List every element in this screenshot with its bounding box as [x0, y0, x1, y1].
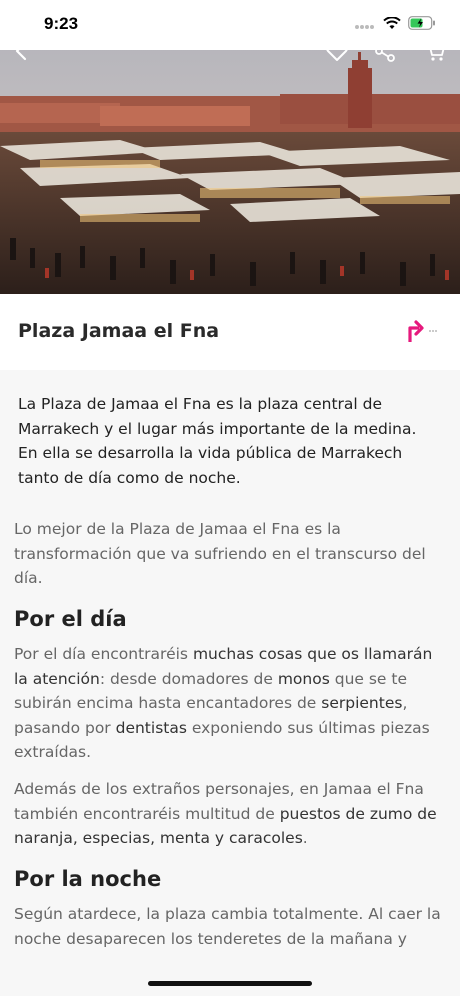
hero-image — [0, 48, 460, 294]
highlight: monos — [277, 669, 330, 688]
cart-button[interactable] — [420, 36, 450, 66]
heart-icon — [325, 40, 349, 61]
cart-icon — [426, 42, 445, 61]
status-time: 9:23 — [44, 14, 79, 33]
text: : desde domadores de — [99, 669, 278, 688]
paragraph-stalls: Además de los extraños personajes, en Ja… — [14, 777, 446, 851]
home-indicator[interactable] — [148, 981, 312, 986]
place-header: Plaza Jamaa el Fna — [0, 294, 460, 370]
highlight: dentistas — [115, 718, 187, 737]
back-button[interactable] — [6, 36, 36, 66]
status-icons — [354, 15, 436, 34]
directions-button[interactable] — [402, 318, 442, 346]
wifi-icon — [383, 15, 401, 34]
highlight: serpientes — [321, 694, 403, 712]
heading-night: Por la noche — [14, 867, 162, 891]
back-icon — [15, 41, 27, 61]
paragraph-transformation: Lo mejor de la Plaza de Jamaa el Fna es … — [14, 520, 426, 587]
signal-icon — [354, 15, 376, 34]
top-toolbar — [0, 36, 460, 66]
heading-day: Por el día — [14, 607, 127, 631]
paragraph-day: Por el día encontraréis muchas cosas que… — [14, 642, 446, 765]
text: . — [302, 829, 308, 847]
favorite-button[interactable] — [322, 36, 352, 66]
paragraph-night: Según atardece, la plaza cambia totalmen… — [14, 905, 441, 948]
intro-text: La Plaza de Jamaa el Fna es la plaza cen… — [18, 395, 417, 487]
directions-icon — [408, 320, 437, 342]
scroll-fade — [0, 955, 460, 996]
description: La Plaza de Jamaa el Fna es la plaza cen… — [0, 370, 460, 996]
battery-icon — [408, 15, 436, 34]
page-title: Plaza Jamaa el Fna — [18, 320, 220, 342]
share-icon — [375, 40, 395, 62]
text: Por el día encontraréis — [14, 645, 193, 663]
share-button[interactable] — [370, 36, 400, 66]
